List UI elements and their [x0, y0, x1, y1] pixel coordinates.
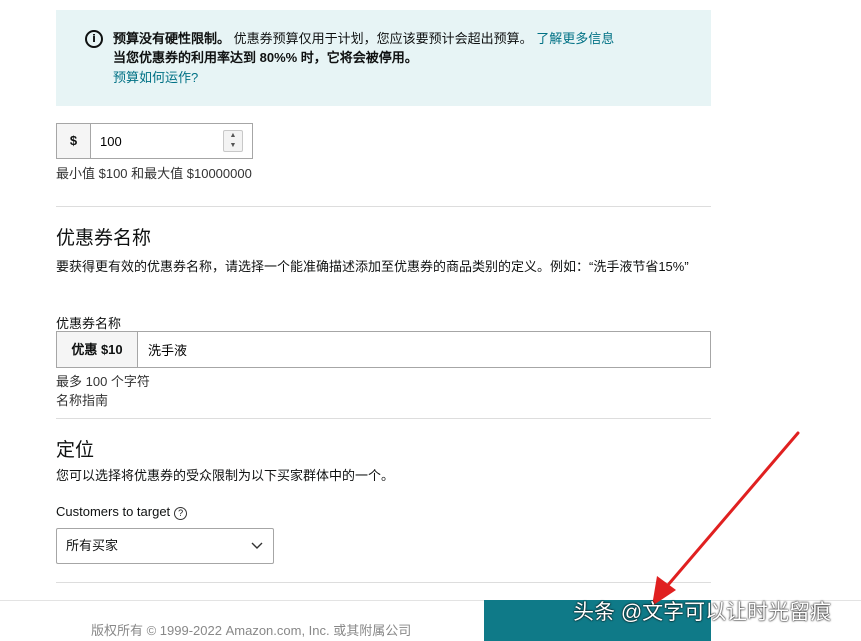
info-icon: i [85, 30, 103, 48]
budget-input-group: $ ▲ ▼ [56, 123, 253, 159]
divider [56, 582, 711, 583]
coupon-name-input[interactable] [138, 332, 708, 367]
annotation-arrow-icon [652, 431, 800, 606]
customers-to-target-select[interactable]: 所有买家 [56, 528, 274, 564]
budget-hint: 最小值 $100 和最大值 $10000000 [56, 166, 252, 181]
coupon-name-label: 优惠券名称 [56, 316, 122, 331]
currency-prefix: $ [57, 124, 91, 158]
divider [56, 206, 711, 207]
coupon-name-input-group: 优惠 $10 [56, 331, 711, 368]
info-banner-text: 优惠券预算仅用于计划，您应该要预计会超出预算。 [233, 31, 533, 46]
chevron-down-icon[interactable]: ▼ [224, 141, 242, 151]
budget-how-link[interactable]: 预算如何运作? [113, 70, 198, 86]
naming-guide-link[interactable]: 名称指南 [56, 390, 108, 409]
divider [56, 418, 711, 419]
customers-to-target-value: 所有买家 [66, 538, 119, 553]
coupon-name-prefix: 优惠 $10 [57, 332, 138, 367]
budget-stepper[interactable]: ▲ ▼ [223, 130, 243, 152]
info-banner-line2: 当您优惠券的利用率达到 80%% 时，它将会被停用。 [113, 50, 418, 65]
help-icon[interactable]: ? [174, 507, 188, 520]
watermark-text: 头条 @文字可以让时光留痕 [573, 601, 832, 624]
chevron-up-icon[interactable]: ▲ [224, 131, 242, 141]
coupon-name-hint: 最多 100 个字符 [56, 374, 150, 389]
customers-to-target-label: Customers to target? [56, 504, 188, 520]
coupon-name-title: 优惠券名称 [56, 228, 152, 249]
copyright-text: 版权所有 © 1999-2022 Amazon.com, Inc. 或其附属公司 [91, 623, 412, 638]
targeting-title: 定位 [56, 440, 95, 461]
info-banner-line1: 预算没有硬性限制。 优惠券预算仅用于计划，您应该要预计会超出预算。 了解更多信息 [113, 30, 614, 48]
chevron-down-icon [251, 529, 263, 576]
targeting-description: 您可以选择将优惠券的受众限制为以下买家群体中的一个。 [56, 468, 395, 483]
coupon-name-description: 要获得更有效的优惠券名称，请选择一个能准确描述添加至优惠券的商品类别的定义。例如… [56, 259, 689, 274]
info-banner-bold: 预算没有硬性限制。 [113, 31, 231, 46]
customers-to-target-text: Customers to target [56, 504, 171, 519]
budget-input[interactable] [91, 124, 217, 158]
learn-more-link[interactable]: 了解更多信息 [536, 31, 614, 46]
